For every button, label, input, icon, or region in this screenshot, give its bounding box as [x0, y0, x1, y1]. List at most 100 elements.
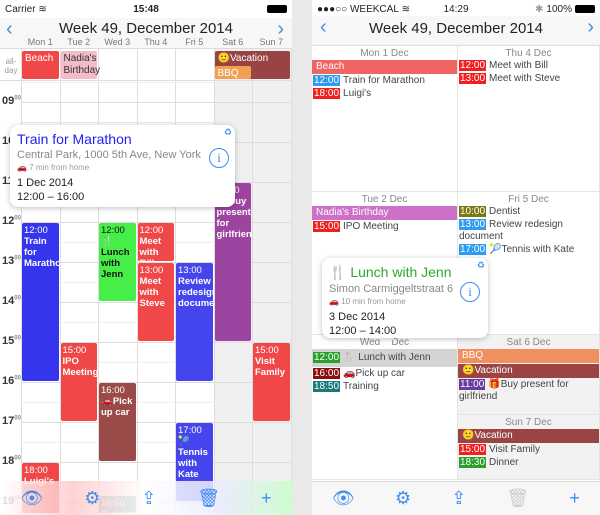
allday-event[interactable]: 🙂Vacation	[458, 429, 599, 443]
allday-event[interactable]: Nadia's Birthday	[312, 206, 457, 220]
event-title: Meet with Steve	[139, 276, 165, 309]
hour-label: 1200	[2, 215, 21, 227]
recurring-icon: ♻	[476, 260, 485, 270]
event-time: 12:00	[24, 225, 48, 236]
share-icon[interactable]: ⇪	[141, 488, 156, 509]
event-time-badge: 12:00	[313, 75, 341, 86]
allday-divider	[0, 80, 292, 81]
day-cell[interactable]: Thu 4 Dec 12:00 Meet with Bill 13:00 Meet wi…	[458, 46, 600, 192]
event-row[interactable]: 12:00 Train for Marathon	[312, 75, 457, 87]
calendar-event[interactable]: 15:00 IPO Meeting	[60, 343, 97, 421]
hour-line	[21, 102, 292, 103]
event-row[interactable]: 15:00 Visit Family	[458, 444, 599, 456]
day-name: Tue 2 Dec	[361, 194, 408, 205]
day-header[interactable]: Sat 6	[214, 37, 253, 47]
toolbar: 👁 ⚙ ⇪ 🗑 +	[312, 481, 600, 515]
popover-time: 12:00 – 14:00	[329, 325, 397, 337]
event-row[interactable]: 18:30 Dinner	[458, 457, 599, 469]
calendar-event[interactable]: 15:00 Visit Family	[253, 343, 290, 421]
car-icon: 🚗	[329, 297, 339, 306]
share-icon[interactable]: ⇪	[451, 488, 466, 509]
calendar-event[interactable]: 12:00Train for Marathon	[22, 223, 59, 381]
hour-text: 09	[2, 95, 15, 107]
day-header[interactable]: Wed 3	[98, 37, 137, 47]
trash-icon: 🗑	[506, 488, 530, 508]
event-row[interactable]: 12:00 Meet with Bill	[458, 60, 599, 72]
event-row[interactable]: 18:50 Training	[312, 381, 457, 393]
gear-icon[interactable]: ⚙	[84, 488, 100, 509]
event-row[interactable]: 18:00 Luigi's	[312, 88, 457, 100]
trash-icon[interactable]: 🗑	[197, 488, 220, 509]
hour-text: 15	[2, 335, 15, 347]
event-row[interactable]: 13:00 Review redesign document	[458, 219, 599, 243]
allday-divider	[0, 48, 292, 49]
popover-title: Train for Marathon	[17, 131, 132, 147]
car-icon: 🚗	[17, 163, 27, 172]
day-name: Sun 7 Dec	[505, 417, 552, 428]
info-button[interactable]: i	[209, 148, 229, 168]
day-cell[interactable]: Sat 6 Dec BBQ 🙂Vacation 11:00 🎁Buy present f…	[458, 335, 600, 415]
event-time: 16:00	[101, 385, 125, 396]
event-row[interactable]: 12:00 🍴 Lunch with Jenn	[312, 349, 457, 367]
plus-icon[interactable]: +	[261, 488, 272, 509]
event-title: IPO Meeting	[343, 221, 399, 232]
plus-icon[interactable]: +	[569, 488, 580, 509]
next-week-button[interactable]: ›	[587, 16, 594, 39]
allday-label: all-day	[4, 57, 18, 75]
calendar-event[interactable]: 13:00Review redesign document	[176, 263, 213, 381]
event-title: 🚗Pick up car	[101, 396, 133, 418]
half-hour-line	[21, 442, 292, 443]
day-name: Mon 1 Dec	[360, 48, 409, 59]
hour-line	[21, 422, 292, 423]
event-popover[interactable]: 🍴 Lunch with Jenn Simon Carmiggeltstraat…	[322, 258, 488, 338]
event-title: Visit Family	[489, 444, 540, 455]
eye-icon[interactable]: 👁	[332, 488, 355, 509]
allday-event[interactable]: BBQ	[214, 66, 251, 79]
day-cell[interactable]: Wed 3 Dec12:00🍴 Lunch with Jenn16:00🚗Pic…	[312, 335, 458, 480]
day-header[interactable]: Thu 4	[137, 37, 176, 47]
gear-icon[interactable]: ⚙	[395, 488, 411, 509]
popover-travel: 7 min from home	[29, 163, 90, 172]
event-time-badge: 11:00	[459, 379, 486, 390]
event-title: Luigi's	[343, 88, 372, 99]
calendar-event[interactable]: 13:00 Meet with Steve	[137, 263, 174, 341]
allday-event[interactable]: BBQ	[458, 349, 599, 363]
eye-icon[interactable]: 👁	[20, 488, 43, 509]
event-popover[interactable]: Train for Marathon Central Park, 1000 5t…	[10, 125, 235, 207]
event-time-badge: 13:00	[459, 219, 487, 230]
allday-event[interactable]: 🙂Vacation	[458, 364, 599, 378]
day-header[interactable]: Sun 7	[252, 37, 291, 47]
event-row[interactable]: 13:00 Meet with Steve	[458, 73, 599, 85]
event-row[interactable]: 11:00 🎁Buy present for girlfriend	[458, 379, 599, 403]
day-cell[interactable]: Sun 7 Dec 🙂Vacation 15:00 Visit Family 18:30…	[458, 415, 600, 480]
day-header[interactable]: Fri 5	[175, 37, 214, 47]
hour-label: 1600	[2, 375, 21, 387]
day-header[interactable]: Mon 1	[21, 37, 60, 47]
event-title: Meet with Bill	[489, 60, 548, 71]
event-time: 12:00	[139, 225, 164, 236]
calendar-event[interactable]: 12:00 🍴 Lunch with Jenn	[99, 223, 136, 301]
allday-event[interactable]: Beach	[22, 51, 59, 79]
allday-event[interactable]: Nadia's Birthday	[60, 51, 100, 79]
day-header[interactable]: Tue 2	[60, 37, 99, 47]
event-title: 🍴 Lunch with Jenn	[343, 352, 431, 363]
day-cell[interactable]: Mon 1 Dec Beach 12:00 Train for Marathon 18:…	[312, 46, 458, 192]
calendar-event[interactable]: 16:00 🚗Pick up car	[99, 383, 136, 461]
minutes: 00	[14, 215, 21, 222]
page-title: Week 49, December 2014	[59, 20, 233, 37]
event-row[interactable]: 10:00 Dentist	[458, 206, 599, 218]
page-title: Week 49, December 2014	[369, 20, 543, 37]
allday-event[interactable]: Beach	[312, 60, 457, 74]
calendar-event[interactable]: 12:00Meet with Bill	[137, 223, 174, 261]
hour-text: 13	[2, 255, 15, 267]
minutes: 00	[14, 375, 21, 382]
week-list-view: ●●●○○ WEEKCAL ≋ 14:29 ✱ 100% ‹ Week 49, D…	[312, 0, 600, 515]
event-row[interactable]: 16:00 🚗Pick up car	[312, 368, 457, 380]
event-row[interactable]: 15:00 IPO Meeting	[312, 221, 457, 233]
event-time-badge: 13:00	[459, 73, 487, 84]
info-button[interactable]: i	[460, 282, 480, 302]
hour-text: 18	[2, 455, 15, 467]
event-row[interactable]: 17:00 🎾Tennis with Kate	[458, 244, 599, 256]
event-title: Meet with Steve	[489, 73, 561, 84]
event-time-badge: 17:00	[459, 244, 487, 255]
